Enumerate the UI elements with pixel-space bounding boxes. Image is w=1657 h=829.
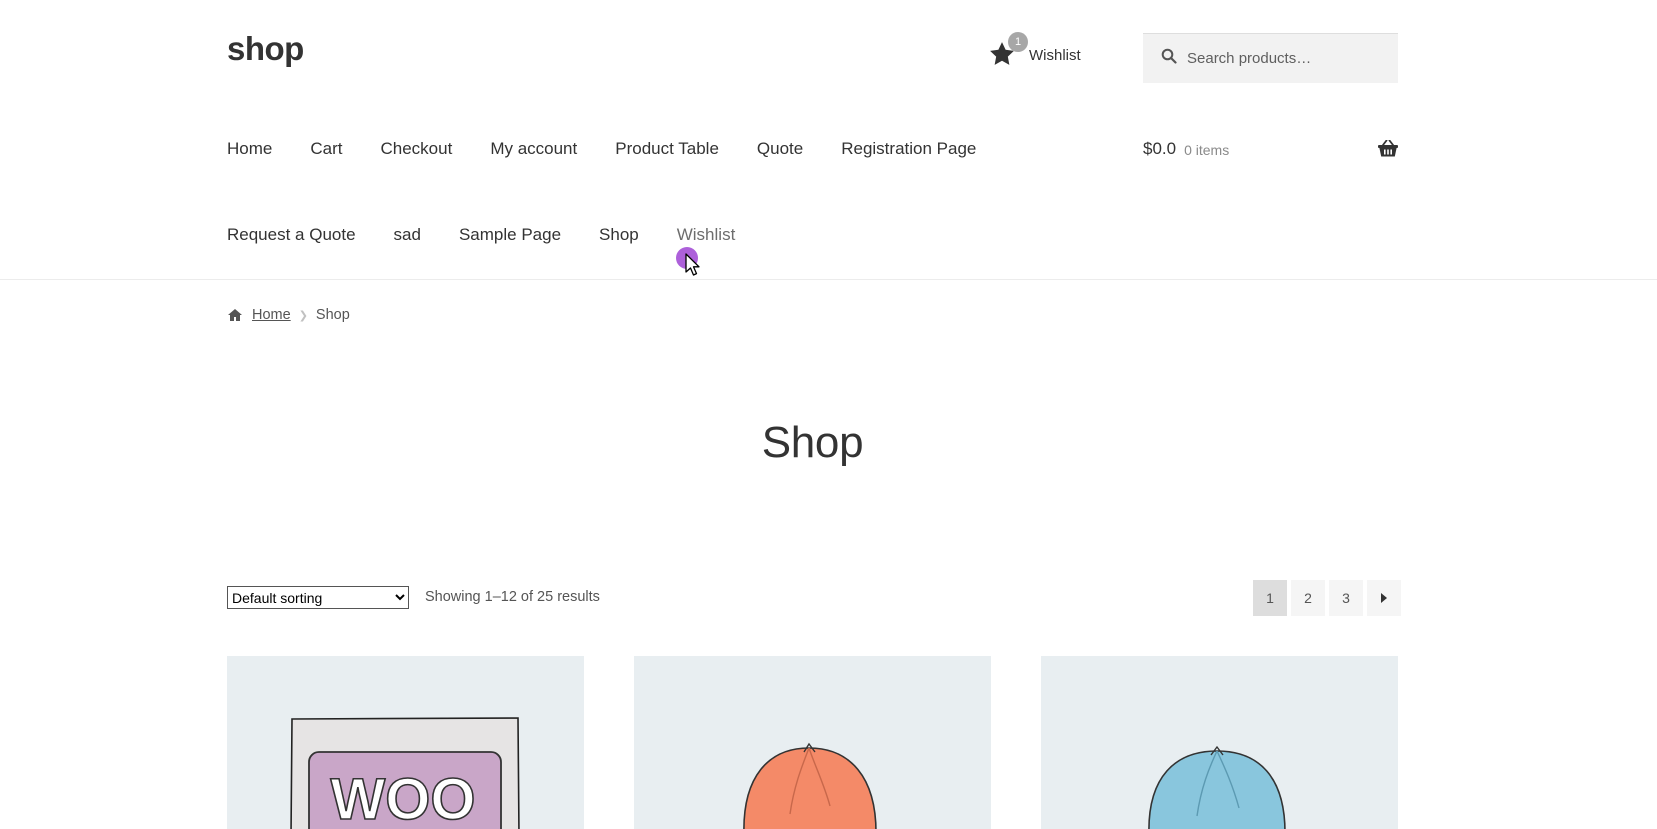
breadcrumb: Home ❯ Shop [227,307,350,323]
header-cart[interactable]: $0.0 0 items [1143,139,1398,159]
star-icon[interactable]: 1 [988,32,1028,70]
breadcrumb-current: Shop [315,307,350,323]
pagination: 1 2 3 [1253,580,1401,616]
cart-item-count[interactable]: 0 items [1184,142,1229,158]
wishlist-count-badge: 1 [1008,32,1028,52]
mouse-pointer-icon [685,253,700,276]
search-box [1143,33,1398,83]
page-1-current: 1 [1253,580,1287,616]
search-icon [1161,48,1177,69]
cart-amount[interactable]: $0.0 [1143,139,1176,159]
site-title[interactable]: shop [227,30,304,68]
nav-item-sad[interactable]: sad [394,225,421,245]
product-card-woo-album[interactable]: WOO [227,656,584,829]
nav-item-my-account[interactable]: My account [490,139,577,159]
nav-item-sample-page[interactable]: Sample Page [459,225,561,245]
header-divider [0,279,1657,280]
page-2-link[interactable]: 2 [1291,580,1325,616]
primary-nav-row-2: Request a Quote sad Sample Page Shop Wis… [227,225,773,245]
nav-item-product-table[interactable]: Product Table [615,139,719,159]
chevron-right-icon: ❯ [298,309,308,322]
nav-item-shop[interactable]: Shop [599,225,639,245]
wishlist-label[interactable]: Wishlist [1029,47,1081,64]
woo-album-image[interactable]: WOO [227,656,584,829]
basket-icon[interactable] [1378,140,1398,158]
search-input[interactable] [1187,50,1387,67]
home-icon [228,309,242,321]
next-page-button[interactable] [1367,580,1401,616]
primary-nav-row-1: Home Cart Checkout My account Product Ta… [227,139,1014,159]
nav-item-wishlist[interactable]: Wishlist [677,225,736,245]
woo-logo-text: WOO [331,767,476,829]
wishlist-widget[interactable]: 1 Wishlist [988,32,1081,72]
product-card-orange-beanie[interactable] [634,656,991,829]
product-card-blue-beanie[interactable] [1041,656,1398,829]
nav-item-home[interactable]: Home [227,139,272,159]
nav-item-quote[interactable]: Quote [757,139,803,159]
breadcrumb-home-link[interactable]: Home [252,307,291,323]
nav-item-cart[interactable]: Cart [310,139,342,159]
page-3-link[interactable]: 3 [1329,580,1363,616]
blue-beanie-image[interactable] [1041,656,1398,829]
arrow-right-icon [1381,593,1387,603]
result-count: Showing 1–12 of 25 results [425,589,600,605]
nav-item-checkout[interactable]: Checkout [380,139,452,159]
nav-item-request-a-quote[interactable]: Request a Quote [227,225,356,245]
orange-beanie-image[interactable] [634,656,991,829]
sort-select[interactable]: Default sorting [227,586,409,609]
nav-item-registration-page[interactable]: Registration Page [841,139,976,159]
page-title: Shop [761,418,864,467]
